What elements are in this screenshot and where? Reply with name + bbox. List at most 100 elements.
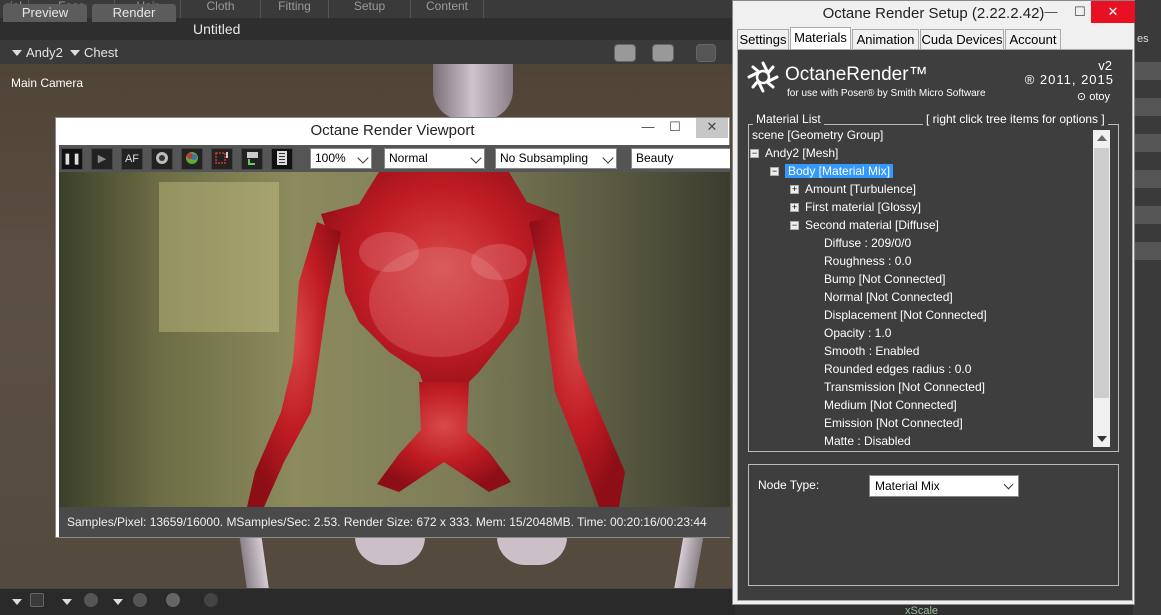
side-panel-row: [1135, 134, 1161, 152]
tree-item[interactable]: Medium [Not Connected]: [824, 398, 957, 413]
otoy-brand: otoy: [1089, 91, 1110, 103]
tab-preview[interactable]: Preview: [3, 4, 87, 22]
spheres-group-icon[interactable]: [166, 593, 180, 607]
chevron-down-icon: [62, 599, 72, 605]
render-output-image[interactable]: [59, 172, 730, 507]
collapse-icon[interactable]: −: [750, 149, 759, 158]
tree-item[interactable]: Matte : Disabled: [824, 434, 911, 449]
sphere-icon-2[interactable]: [133, 593, 147, 607]
tree-item[interactable]: Diffuse : 209/0/0: [824, 236, 911, 251]
document-title: Untitled: [193, 21, 241, 37]
save-render-icon[interactable]: [241, 148, 263, 170]
tree-item[interactable]: − Andy2 [Mesh]: [750, 146, 838, 161]
node-type-select[interactable]: Material Mix: [869, 475, 1019, 497]
settings-panel-icon[interactable]: [271, 148, 293, 170]
scroll-up-icon[interactable]: [1097, 135, 1107, 141]
dropdown-arrow-icon-3[interactable]: [113, 593, 127, 607]
room-tab-cloth[interactable]: Cloth: [180, 0, 260, 18]
setup-maximize-button[interactable]: ☐: [1066, 3, 1094, 23]
tree-item-label: Second material [Diffuse]: [805, 218, 939, 232]
tree-item-row[interactable]: − Body [Material Mix]: [770, 164, 894, 179]
viewport-close-button[interactable]: ✕: [696, 118, 728, 138]
render-camera-icon[interactable]: [696, 44, 716, 62]
tree-item[interactable]: Emission [Not Connected]: [824, 416, 963, 431]
scroll-down-icon[interactable]: [1097, 436, 1107, 442]
render-mode-select[interactable]: Normal: [384, 148, 485, 169]
collapse-icon[interactable]: −: [790, 221, 799, 230]
tree-item[interactable]: Normal [Not Connected]: [824, 290, 953, 305]
chevron-down-icon: [1003, 479, 1014, 490]
tree-item[interactable]: scene [Geometry Group]: [752, 128, 883, 143]
tab-materials[interactable]: Materials: [790, 27, 851, 49]
tree-item-label: Bump [Not Connected]: [824, 272, 946, 286]
tree-item[interactable]: Bump [Not Connected]: [824, 272, 945, 287]
setup-close-button[interactable]: ✕: [1091, 1, 1135, 23]
sphere-icon-3[interactable]: [204, 593, 218, 607]
tree-item-label: Rounded edges radius : 0.0: [824, 362, 972, 376]
tree-item[interactable]: Smooth : Enabled: [824, 344, 919, 359]
render-pass-select[interactable]: Beauty: [631, 148, 730, 169]
octane-logo-text: OctaneRender™: [785, 64, 928, 85]
tab-animation[interactable]: Animation: [852, 29, 919, 49]
square-button-icon[interactable]: [30, 593, 44, 607]
octane-setup-window: Octane Render Setup (2.22.2.42) — ☐ ✕ Se…: [732, 0, 1135, 605]
subsampling-select[interactable]: No Subsampling: [495, 148, 617, 169]
material-tree-scrollbar[interactable]: [1093, 130, 1110, 447]
tree-item[interactable]: + Amount [Turbulence]: [790, 182, 916, 197]
setup-minimize-button[interactable]: —: [1037, 3, 1065, 23]
chevron-down-icon: [70, 50, 80, 56]
subsampling-select-value: No Subsampling: [500, 151, 589, 165]
material-list-label: Material List: [753, 112, 824, 126]
chevron-down-icon: [602, 152, 614, 164]
expand-icon[interactable]: +: [790, 203, 799, 212]
expand-icon[interactable]: +: [790, 185, 799, 194]
camera-pair-icon[interactable]: [652, 44, 674, 62]
tree-item[interactable]: Transmission [Not Connected]: [824, 380, 985, 395]
figure-dropdown[interactable]: Andy2: [12, 45, 63, 60]
chevron-down-icon: [113, 599, 123, 605]
region-render-icon[interactable]: [211, 148, 233, 170]
dropdown-arrow-icon-2[interactable]: [62, 593, 76, 607]
scrollbar-thumb[interactable]: [1094, 148, 1109, 398]
tree-item-label: Roughness : 0.0: [824, 254, 912, 268]
body-part-dropdown[interactable]: Chest: [70, 45, 118, 60]
autofocus-button[interactable]: AF: [121, 148, 143, 170]
chevron-down-icon: [470, 152, 482, 164]
dropdown-arrow-icon[interactable]: [12, 593, 26, 607]
tree-item[interactable]: Displacement [Not Connected]: [824, 308, 987, 323]
tree-item[interactable]: Rounded edges radius : 0.0: [824, 362, 971, 377]
play-button[interactable]: ▶: [91, 148, 113, 170]
tree-item[interactable]: + First material [Glossy]: [790, 200, 921, 215]
xscale-label: xScale: [905, 605, 939, 615]
tab-account[interactable]: Account: [1005, 29, 1061, 49]
tab-cuda-devices[interactable]: Cuda Devices: [920, 29, 1004, 49]
tab-render[interactable]: Render: [92, 4, 176, 22]
desktop: rial Face Hair Cloth Fitting Setup Conte…: [0, 0, 1161, 615]
tree-item-selected-label[interactable]: Body [Material Mix]: [785, 164, 894, 178]
octane-logo-icon: [747, 61, 779, 93]
viewport-minimize-button[interactable]: —: [634, 118, 662, 138]
materials-panel: OctaneRender™ for use with Poser® by Smi…: [737, 49, 1133, 601]
viewport-maximize-button[interactable]: ☐: [661, 118, 689, 138]
zoom-select[interactable]: 100%: [310, 148, 372, 169]
pause-button[interactable]: ❚❚: [61, 148, 83, 170]
octane-viewport-window: Octane Render Viewport — ☐ ✕ ❚❚ ▶ AF 100…: [55, 117, 730, 538]
color-wheel-icon[interactable]: [181, 148, 203, 170]
figure-neck-preview: [433, 64, 513, 120]
tree-item[interactable]: Roughness : 0.0: [824, 254, 911, 269]
node-type-label: Node Type:: [758, 478, 820, 492]
room-tab-fitting[interactable]: Fitting: [260, 0, 328, 18]
sphere-icon[interactable]: [84, 593, 98, 607]
zoom-select-value: 100%: [315, 151, 346, 165]
tree-item[interactable]: Opacity : 1.0: [824, 326, 891, 341]
camera-icon[interactable]: [614, 44, 636, 62]
tree-item-label: Amount [Turbulence]: [805, 182, 916, 196]
figure-dropdown-value: Andy2: [26, 45, 63, 60]
room-tab-setup[interactable]: Setup: [328, 0, 410, 18]
tree-item-label: Emission [Not Connected]: [824, 416, 963, 430]
tree-item[interactable]: − Second material [Diffuse]: [790, 218, 939, 233]
camera-settings-icon[interactable]: [151, 148, 173, 170]
collapse-icon[interactable]: −: [770, 167, 779, 176]
room-tab-content[interactable]: Content: [410, 0, 484, 18]
tab-settings[interactable]: Settings: [737, 29, 789, 49]
